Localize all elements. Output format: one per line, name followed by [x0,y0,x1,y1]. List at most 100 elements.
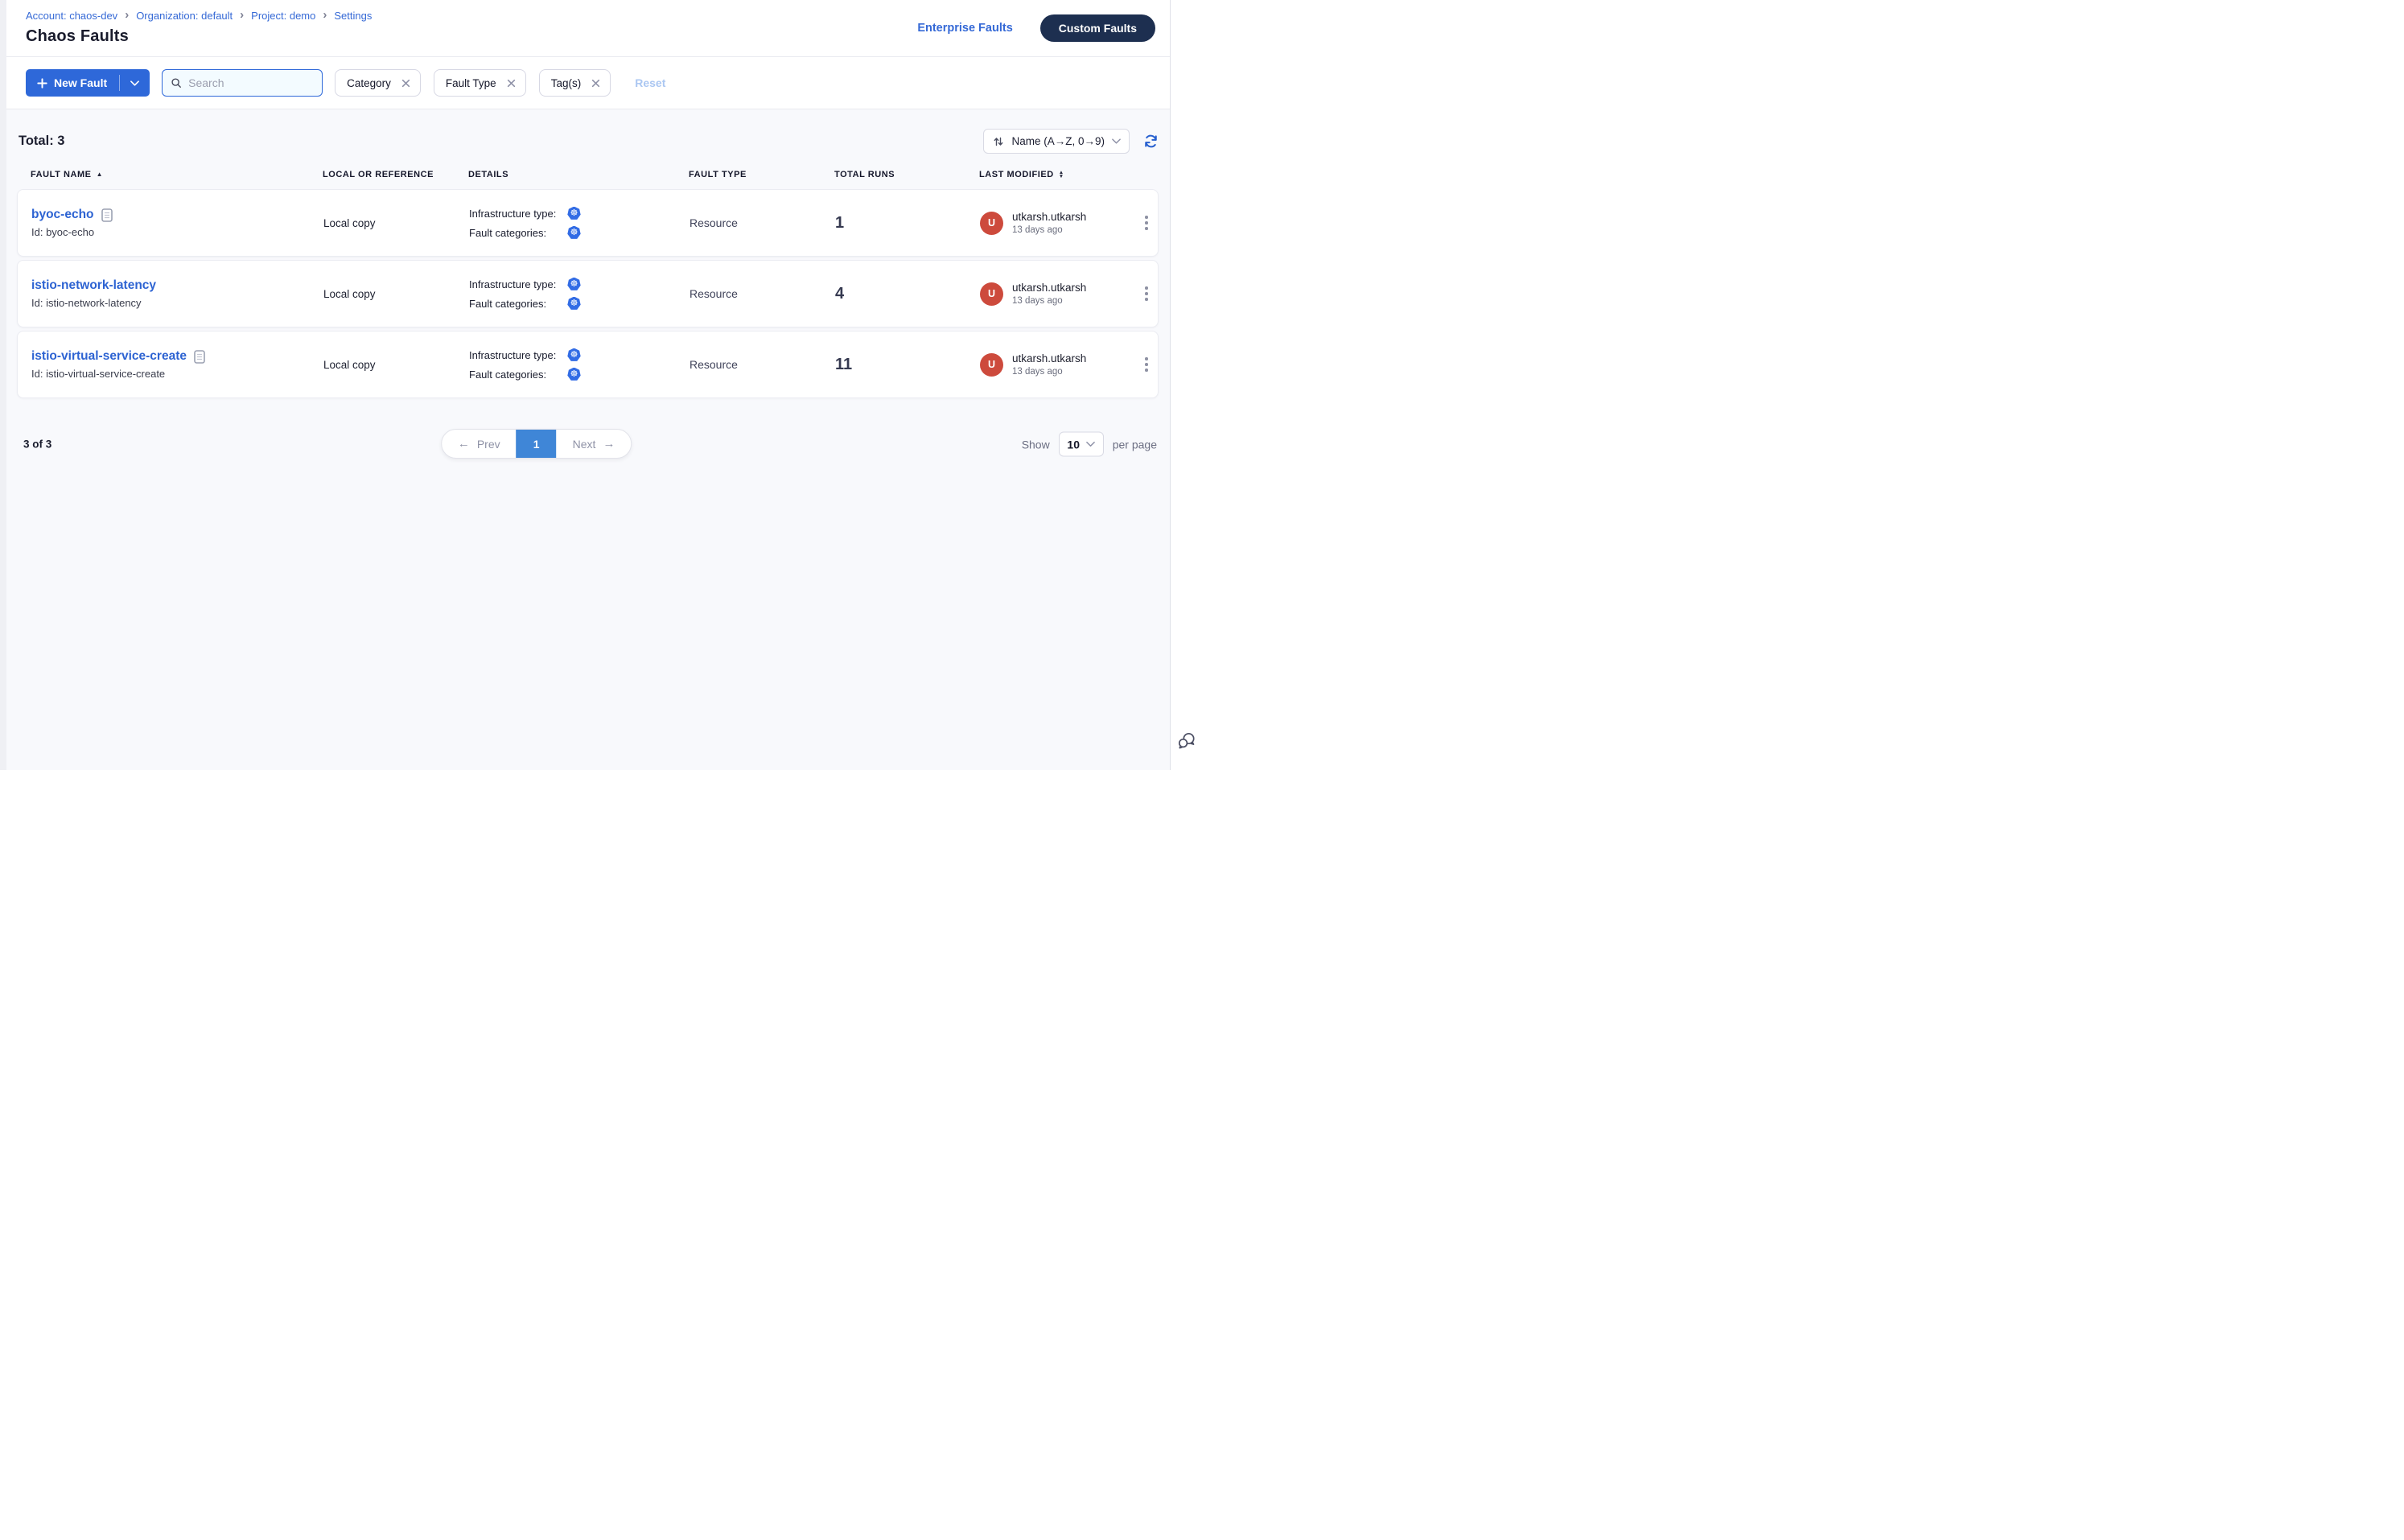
details-cell: Infrastructure type: ☸ Fault categories:… [469,348,690,381]
details-cell: Infrastructure type: ☸ Fault categories:… [469,207,690,240]
sort-dropdown[interactable]: Name (A→Z, 0→9) [983,129,1130,154]
pager: ← Prev 1 Next → [441,429,632,459]
filter-chip-category[interactable]: Category [335,69,421,97]
kubernetes-icon: ☸ [567,226,581,240]
copy-id-button[interactable] [101,208,113,222]
fault-id-label: Id: istio-network-latency [31,297,323,309]
custom-faults-button[interactable]: Custom Faults [1040,14,1155,42]
row-menu-button[interactable] [1138,282,1155,306]
prev-label: Prev [477,438,500,451]
breadcrumb-account[interactable]: Account: chaos-dev [26,10,117,22]
last-modified-cell: U utkarsh.utkarsh 13 days ago [980,282,1138,306]
chat-support-button[interactable] [1176,731,1197,756]
remove-category-filter-button[interactable] [401,79,410,88]
column-header-label: TOTAL RUNS [834,170,895,179]
kubernetes-icon: ☸ [567,278,581,291]
chevron-down-icon [130,80,139,86]
table-header-row: FAULT NAME ▲ LOCAL OR REFERENCE DETAILS … [17,170,1159,179]
sort-arrows-icon [993,136,1004,147]
column-header-label: FAULT NAME [31,170,92,179]
filter-chip-label: Fault Type [446,77,496,89]
next-page-button[interactable]: Next → [557,430,632,458]
arrow-right-icon: → [603,437,615,451]
list-topbar: Total: 3 Name (A→Z, 0→9) [17,129,1159,154]
column-header-fault-type: FAULT TYPE [689,170,834,179]
page-header: Account: chaos-dev › Organization: defau… [6,0,1170,57]
toolbar: New Fault Category Fault Type [6,57,1170,109]
column-header-local-or-reference: LOCAL OR REFERENCE [323,170,468,179]
close-icon [591,79,600,88]
page-size-control: Show 10 per page [1022,432,1157,457]
refresh-button[interactable] [1143,134,1159,149]
search-input[interactable] [188,76,314,89]
local-or-reference-cell: Local copy [323,359,469,371]
column-header-label: LAST MODIFIED [979,170,1054,179]
last-modified-cell: U utkarsh.utkarsh 13 days ago [980,211,1138,235]
kubernetes-icon: ☸ [567,348,581,362]
copy-icon [101,208,113,222]
reset-filters-button[interactable]: Reset [635,76,665,89]
column-header-last-modified[interactable]: LAST MODIFIED ▲▼ [979,170,1138,179]
fault-name-cell: istio-network-latency Id: istio-network-… [31,278,323,309]
kubernetes-icon: ☸ [567,297,581,311]
content-area: Total: 3 Name (A→Z, 0→9) FAULT NAME ▲ LO… [6,109,1170,770]
fault-name-cell: byoc-echo Id: byoc-echo [31,208,323,238]
modified-by-label: utkarsh.utkarsh [1012,282,1086,294]
filter-chip-fault-type[interactable]: Fault Type [434,69,526,97]
fault-categories-label: Fault categories: [469,227,567,239]
new-fault-dropdown-button[interactable] [120,80,150,86]
filter-chip-tags[interactable]: Tag(s) [539,69,611,97]
fault-name-link[interactable]: istio-virtual-service-create [31,349,187,364]
column-header-fault-name[interactable]: FAULT NAME ▲ [31,170,323,179]
new-fault-button[interactable]: New Fault [26,69,150,97]
new-fault-main[interactable]: New Fault [26,76,119,89]
details-cell: Infrastructure type: ☸ Fault categories:… [469,278,690,311]
chat-bubbles-icon [1176,731,1197,751]
pagination-range-label: 3 of 3 [23,439,51,451]
sort-dropdown-label: Name (A→Z, 0→9) [1011,135,1105,147]
last-modified-cell: U utkarsh.utkarsh 13 days ago [980,352,1138,377]
modified-by-label: utkarsh.utkarsh [1012,211,1086,223]
modified-by-label: utkarsh.utkarsh [1012,352,1086,364]
filter-chip-label: Tag(s) [551,77,582,89]
next-label: Next [573,438,596,451]
kubernetes-icon: ☸ [567,207,581,220]
copy-icon [194,350,205,364]
table-row: istio-virtual-service-create Id: istio-v… [17,331,1159,398]
fault-type-cell: Resource [690,287,835,300]
per-page-label: per page [1113,438,1157,451]
column-header-label: DETAILS [468,170,508,179]
sort-both-icon: ▲▼ [1059,171,1064,179]
column-header-label: LOCAL OR REFERENCE [323,170,434,179]
current-page-button[interactable]: 1 [517,430,557,458]
row-menu-button[interactable] [1138,352,1155,377]
prev-page-button[interactable]: ← Prev [442,430,517,458]
row-menu-button[interactable] [1138,211,1155,235]
fault-name-link[interactable]: istio-network-latency [31,278,156,293]
remove-fault-type-filter-button[interactable] [507,79,516,88]
enterprise-faults-link[interactable]: Enterprise Faults [917,22,1012,35]
page-size-dropdown[interactable]: 10 [1059,432,1104,457]
breadcrumb-project[interactable]: Project: demo [251,10,315,22]
breadcrumb-separator-icon: › [323,9,327,23]
refresh-icon [1143,134,1159,149]
fault-type-cell: Resource [690,358,835,371]
kubernetes-icon: ☸ [567,368,581,381]
infrastructure-type-label: Infrastructure type: [469,208,567,220]
sort-area: Name (A→Z, 0→9) [983,129,1159,154]
column-header-details: DETAILS [468,170,689,179]
close-icon [507,79,516,88]
breadcrumb-organization[interactable]: Organization: default [136,10,233,22]
breadcrumb-settings[interactable]: Settings [334,10,372,22]
total-runs-cell: 1 [835,214,980,233]
avatar: U [980,282,1003,306]
copy-id-button[interactable] [194,350,205,364]
main-area: Account: chaos-dev › Organization: defau… [6,0,1170,770]
chevron-down-icon [1086,442,1095,447]
fault-id-label: Id: byoc-echo [31,226,323,238]
local-or-reference-cell: Local copy [323,217,469,229]
search-box[interactable] [162,69,323,97]
fault-name-link[interactable]: byoc-echo [31,208,94,222]
remove-tags-filter-button[interactable] [591,79,600,88]
local-or-reference-cell: Local copy [323,288,469,300]
